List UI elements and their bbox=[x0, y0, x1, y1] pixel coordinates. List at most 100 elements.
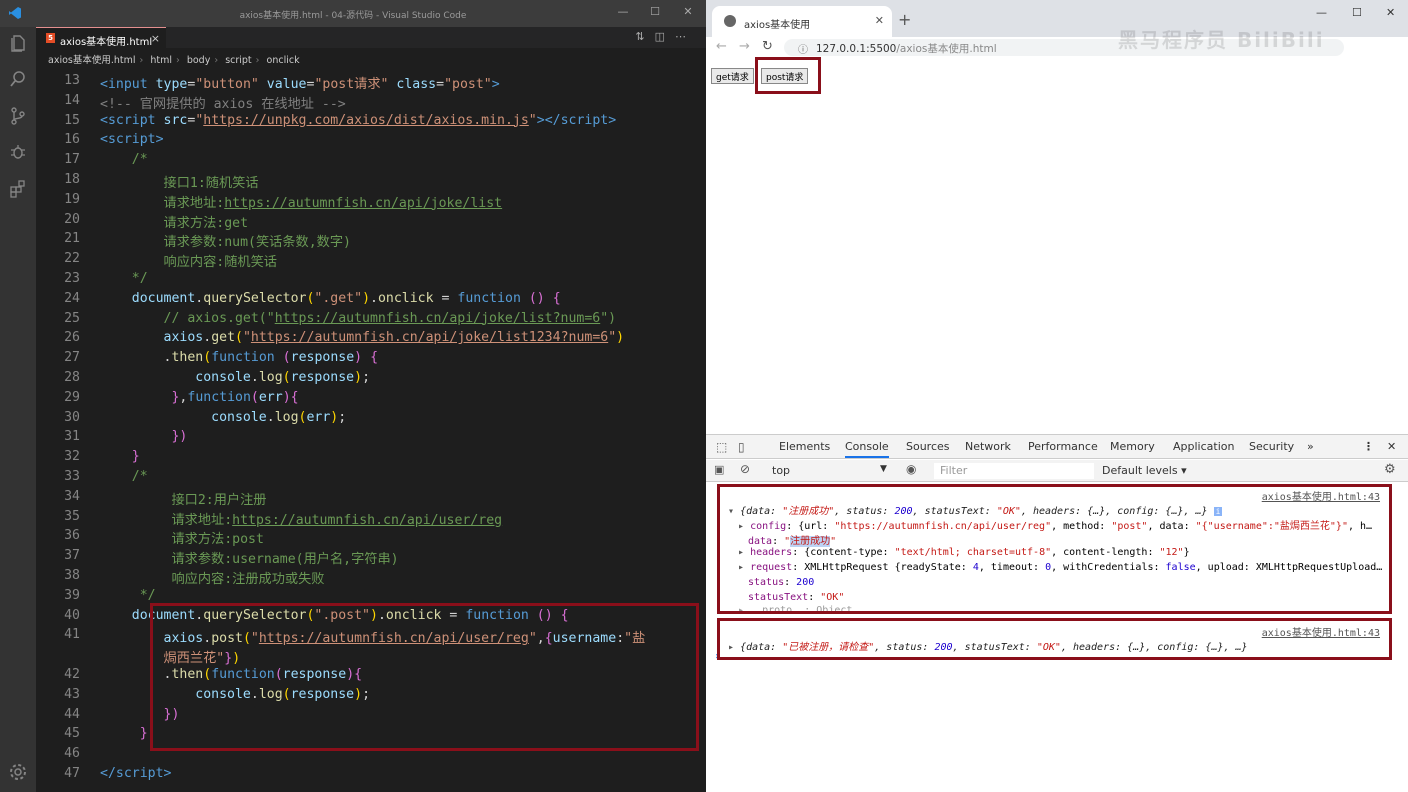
debug-icon[interactable] bbox=[8, 142, 28, 162]
code-line[interactable]: 18 接口1:随机笑话 bbox=[36, 172, 706, 192]
line-number: 13 bbox=[64, 73, 80, 88]
code-line[interactable]: 16 <script> bbox=[36, 132, 706, 152]
code-text: 请求地址:https://autumnfish.cn/api/user/reg bbox=[171, 512, 503, 528]
code-line[interactable]: 22 响应内容:随机笑话 bbox=[36, 251, 706, 271]
code-line[interactable]: 20 请求方法:get bbox=[36, 212, 706, 232]
close-button[interactable]: ✕ bbox=[679, 5, 697, 21]
log-levels-select[interactable]: Default levels ▾ bbox=[1102, 464, 1187, 477]
code-line[interactable]: 17 /* bbox=[36, 152, 706, 172]
explorer-icon[interactable] bbox=[8, 33, 28, 53]
code-line[interactable]: 15 <script src="https://unpkg.com/axios/d… bbox=[36, 113, 706, 133]
more-tabs-icon[interactable]: » bbox=[1307, 440, 1314, 453]
line-number: 44 bbox=[64, 706, 80, 722]
breadcrumb-body[interactable]: body bbox=[187, 55, 211, 66]
tab-performance[interactable]: Performance bbox=[1028, 440, 1098, 453]
code-line[interactable]: 38 响应内容:注册成功或失败 bbox=[36, 568, 706, 588]
line-number: 43 bbox=[64, 686, 80, 702]
editor-actions: ⇅◫⋯ bbox=[635, 30, 696, 43]
code-line[interactable]: 47 </script> bbox=[36, 766, 706, 786]
clear-console-icon[interactable]: ⊘ bbox=[740, 462, 750, 476]
code-line[interactable]: 33 /* bbox=[36, 469, 706, 489]
code-line[interactable]: 29 },function(err){ bbox=[36, 390, 706, 410]
breadcrumb-script[interactable]: script bbox=[225, 55, 251, 66]
breadcrumb-onclick[interactable]: onclick bbox=[267, 55, 300, 66]
code-line[interactable]: 26 axios.get("https://autumnfish.cn/api/… bbox=[36, 330, 706, 350]
more-actions-icon[interactable]: ⋯ bbox=[675, 30, 696, 43]
tab-console[interactable]: Console bbox=[845, 440, 889, 458]
line-number: 47 bbox=[64, 766, 80, 781]
source-control-icon[interactable] bbox=[8, 106, 28, 126]
line-number: 38 bbox=[64, 568, 80, 583]
compare-icon[interactable]: ⇅ bbox=[635, 30, 654, 43]
editor-tab[interactable]: 5 axios基本使用.html × bbox=[36, 27, 166, 48]
code-line[interactable]: 31 }) bbox=[36, 429, 706, 449]
kebab-menu-icon[interactable]: ⋮ bbox=[1363, 440, 1374, 453]
console-settings-gear-icon[interactable]: ⚙ bbox=[1384, 462, 1396, 477]
device-toolbar-icon[interactable]: ▯ bbox=[738, 440, 745, 454]
code-line[interactable]: 14 <!-- 官网提供的 axios 在线地址 --> bbox=[36, 93, 706, 113]
forward-icon[interactable]: → bbox=[739, 39, 750, 54]
code-line[interactable]: 32 } bbox=[36, 449, 706, 469]
code-line[interactable]: 34 接口2:用户注册 bbox=[36, 489, 706, 509]
code-line[interactable]: 24 document.querySelector(".get").onclic… bbox=[36, 291, 706, 311]
info-icon: ⓘ bbox=[798, 45, 808, 56]
split-editor-icon[interactable]: ◫ bbox=[655, 30, 675, 43]
line-number: 24 bbox=[64, 290, 80, 306]
line-number: 19 bbox=[64, 191, 80, 207]
close-devtools-icon[interactable]: ✕ bbox=[1387, 440, 1396, 453]
extensions-icon[interactable] bbox=[8, 179, 28, 199]
get-request-button[interactable]: get请求 bbox=[711, 68, 754, 84]
code-text: },function(err){ bbox=[171, 389, 299, 405]
browser-tab[interactable]: axios基本使用 ✕ bbox=[712, 6, 892, 37]
tab-memory[interactable]: Memory bbox=[1110, 440, 1155, 453]
tab-security[interactable]: Security bbox=[1249, 440, 1294, 453]
sidebar-toggle-icon[interactable]: ▣ bbox=[714, 463, 724, 476]
close-tab-icon[interactable]: ✕ bbox=[875, 14, 884, 27]
highlight-box-code bbox=[150, 603, 699, 751]
back-icon[interactable]: ← bbox=[716, 39, 727, 54]
code-text: /* bbox=[131, 152, 148, 168]
close-tab-icon[interactable]: × bbox=[151, 32, 160, 45]
maximize-button[interactable]: ☐ bbox=[646, 5, 664, 21]
context-select[interactable]: top bbox=[772, 464, 790, 477]
maximize-button[interactable]: ☐ bbox=[1352, 6, 1362, 19]
minimize-button[interactable]: — bbox=[614, 5, 632, 21]
url-path: /axios基本使用.html bbox=[896, 43, 997, 55]
code-line[interactable]: 36 请求方法:post bbox=[36, 528, 706, 548]
code-line[interactable]: 19 请求地址:https://autumnfish.cn/api/joke/l… bbox=[36, 192, 706, 212]
code-text: 请求参数:username(用户名,字符串) bbox=[171, 552, 399, 568]
tab-application[interactable]: Application bbox=[1173, 440, 1234, 453]
line-number: 26 bbox=[64, 330, 80, 346]
breadcrumb-html[interactable]: html bbox=[150, 55, 172, 66]
code-line[interactable]: 37 请求参数:username(用户名,字符串) bbox=[36, 548, 706, 568]
code-line[interactable]: 30 console.log(err); bbox=[36, 410, 706, 430]
live-expression-eye-icon[interactable]: ◉ bbox=[906, 462, 916, 476]
tab-sources[interactable]: Sources bbox=[906, 440, 950, 453]
code-text: 请求参数:num(笑话条数,数字) bbox=[163, 235, 351, 251]
inspect-element-icon[interactable]: ⬚ bbox=[716, 440, 727, 454]
settings-gear-icon[interactable] bbox=[8, 762, 28, 782]
line-number: 33 bbox=[64, 469, 80, 484]
code-line[interactable]: 13 <input type="button" value="post请求" cl… bbox=[36, 73, 706, 93]
code-line[interactable]: 25 // axios.get("https://autumnfish.cn/a… bbox=[36, 311, 706, 331]
code-text: } bbox=[131, 449, 140, 465]
new-tab-icon[interactable]: + bbox=[898, 10, 911, 29]
code-line[interactable]: 35 请求地址:https://autumnfish.cn/api/user/r… bbox=[36, 509, 706, 529]
filter-input[interactable]: Filter bbox=[934, 463, 1094, 479]
code-line[interactable]: 27 .then(function (response) { bbox=[36, 350, 706, 370]
search-icon[interactable] bbox=[8, 69, 28, 89]
code-text: */ bbox=[139, 587, 156, 603]
tab-network[interactable]: Network bbox=[965, 440, 1011, 453]
tab-elements[interactable]: Elements bbox=[779, 440, 830, 453]
code-line[interactable]: 21 请求参数:num(笑话条数,数字) bbox=[36, 231, 706, 251]
vscode-window: axios基本使用.html - 04-源代码 - Visual Studio … bbox=[0, 0, 706, 792]
code-text: /* bbox=[131, 469, 148, 484]
code-line[interactable]: 28 console.log(response); bbox=[36, 370, 706, 390]
context-dropdown-icon[interactable]: ▼ bbox=[880, 464, 887, 474]
reload-icon[interactable]: ↻ bbox=[762, 39, 773, 54]
breadcrumb-file[interactable]: axios基本使用.html bbox=[48, 55, 136, 66]
line-number: 32 bbox=[64, 449, 80, 465]
code-line[interactable]: 23 */ bbox=[36, 271, 706, 291]
minimize-button[interactable]: — bbox=[1316, 6, 1327, 19]
close-button[interactable]: ✕ bbox=[1386, 6, 1395, 19]
